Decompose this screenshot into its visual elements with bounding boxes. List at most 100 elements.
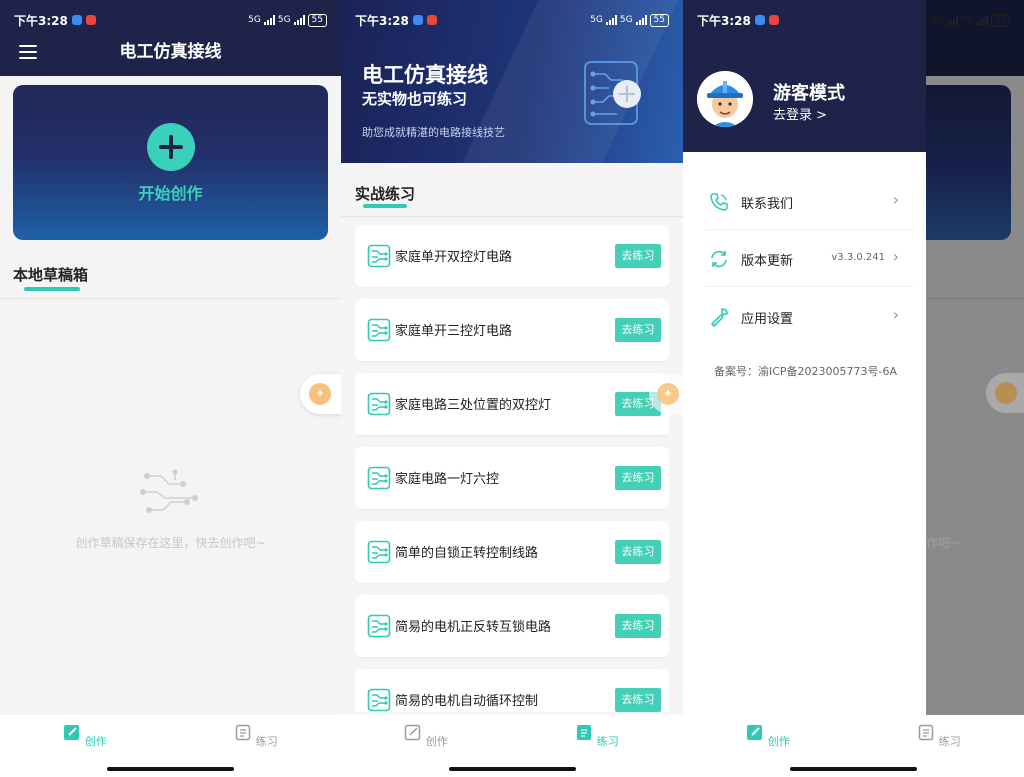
practice-item-label: 简易的电机自动循环控制 [395,694,539,709]
chevron-right-icon: › [892,305,899,324]
signal-icon [605,15,617,25]
clipboard-icon [577,725,592,740]
signal-icon [263,15,275,25]
practice-item[interactable]: 家庭单开三控灯电路 去练习 [355,299,669,361]
practice-item[interactable]: 简易的电机正反转互锁电路 去练习 [355,595,669,657]
home-indicator[interactable] [449,767,576,771]
refresh-icon [711,250,727,268]
side-drawer: 游客模式 去登录 > 下午3:28 5G 5G 55 联系我们 › 版本更新 v… [683,0,1010,777]
drafts-title: 本地草稿箱 [13,266,89,284]
go-practice-button[interactable]: 去练习 [615,318,661,342]
practice-item[interactable]: 简易的电机自动循环控制 去练习 [355,669,669,712]
go-practice-button[interactable]: 去练习 [615,688,661,712]
tab-practice[interactable]: 练习 [567,723,627,749]
practice-item[interactable]: 简单的自锁正转控制线路 去练习 [355,521,669,583]
status-bar: 下午3:28 5G 5G 55 [341,0,683,40]
practice-item[interactable]: 家庭电路三处位置的双控灯 去练习 [355,373,669,435]
edit-icon [747,725,763,740]
go-practice-button[interactable]: 去练习 [615,466,661,490]
status-time: 下午3:28 [14,13,68,28]
circuit-board-icon [367,540,391,564]
home-indicator[interactable] [107,767,234,771]
worker-avatar-icon [697,71,753,127]
battery-icon: 55 [990,13,1010,27]
notification-icon [754,15,765,25]
signal-icon [946,15,958,25]
menu-version-update[interactable]: 版本更新 v3.3.0.241 › [697,231,913,287]
tab-create[interactable]: 创作 [396,723,456,749]
banner-tagline: 助您成就精湛的电路接线技艺 [362,126,505,139]
network-label: 5G [931,15,944,25]
circuit-board-icon [367,244,391,268]
status-right: 5G 5G 55 [590,13,669,27]
notification-icon [412,15,423,25]
menu-label: 应用设置 [741,312,794,327]
practice-item-label: 家庭电路一灯六控 [395,472,500,487]
tab-bar: 创作 练习 [341,715,683,777]
edit-icon [64,725,80,740]
practice-item[interactable]: 家庭电路一灯六控 去练习 [355,447,669,509]
app-badge-icon [426,15,437,25]
go-practice-button[interactable]: 去练习 [615,540,661,564]
network-label-2: 5G [277,15,291,25]
create-screen: 下午3:28 5G 5G 55 电工仿真接线 开始创作 本地草稿箱 创作草稿保存… [0,0,341,777]
login-link[interactable]: 去登录 > [773,104,827,123]
menu-label: 联系我们 [741,197,794,212]
edit-icon [405,724,421,741]
network-label: 5G [248,15,261,25]
assistant-icon: ✦ [309,383,331,405]
practice-item-label: 家庭单开双控灯电路 [395,250,513,265]
plus-icon [147,123,195,171]
section-underline [363,204,407,208]
tab-bar: 创作 练习 [0,715,341,777]
dimmed-empty-text: 作吧~ [926,536,961,550]
divider [0,298,341,299]
practice-item-label: 家庭电路三处位置的双控灯 [395,398,552,413]
status-right: 5G 5G 55 [248,13,327,27]
banner-subtitle: 无实物也可练习 [362,90,468,108]
practice-item-label: 家庭单开三控灯电路 [395,324,513,339]
go-practice-button[interactable]: 去练习 [615,614,661,638]
empty-drafts-text: 创作草稿保存在这里，快去创作吧~ [75,536,266,550]
tab-create-label: 创作 [425,735,448,748]
dimmed-background[interactable]: 作吧~ [926,0,1024,777]
notification-icon [71,15,82,25]
menu-app-settings[interactable]: 应用设置 › [697,289,913,345]
floating-assistant-button[interactable]: ✦ [649,374,683,414]
practice-screen: 电工仿真接线 无实物也可练习 助您成就精湛的电路接线技艺 下午3:28 5G 5… [341,0,683,777]
wrench-icon [711,308,728,327]
guest-mode-title: 游客模式 [773,83,845,104]
floating-assistant-button[interactable]: ✦ [300,374,341,414]
avatar[interactable] [697,71,753,127]
practice-list: 家庭单开双控灯电路 去练习 家庭单开三控灯电路 去练习 家庭电路三处位置的双控灯 去练习家… [355,225,669,712]
menu-contact-us[interactable]: 联系我们 › [697,174,913,230]
tab-create[interactable]: 创作 [738,723,798,749]
tab-create[interactable]: 创作 [55,723,115,749]
drawer-screen: 作吧~ 游客模式 去登录 > 下午3:28 5G 5G 55 联系我们 › 版本… [683,0,1024,777]
start-create-card[interactable]: 开始创作 [13,85,328,240]
tab-bar: 创作 练习 [683,715,1024,777]
practice-item-label: 简易的电机正反转互锁电路 [395,620,552,635]
chevron-right-icon: › [892,247,899,266]
circuit-board-icon [367,392,391,416]
status-time: 下午3:28 [355,13,409,28]
status-bar: 下午3:28 5G 5G 55 [0,0,341,40]
tab-practice-label: 练习 [596,735,619,748]
drafts-underline [24,287,80,291]
circuit-board-icon [367,614,391,638]
assistant-icon: ✦ [657,383,679,405]
circuit-board-icon [367,466,391,490]
tab-create-label: 创作 [84,735,107,748]
network-label-2: 5G [619,15,633,25]
tab-practice-label: 练习 [255,735,278,748]
battery-icon: 55 [649,13,669,27]
go-practice-button[interactable]: 去练习 [615,244,661,268]
tab-create-label: 创作 [767,735,790,748]
circuit-chip-icon [584,61,641,125]
tab-practice[interactable]: 练习 [226,723,286,749]
phone-icon [710,193,728,211]
circuit-board-icon [367,688,391,712]
tab-practice[interactable]: 练习 [909,723,969,749]
practice-item[interactable]: 家庭单开双控灯电路 去练习 [355,225,669,287]
home-indicator[interactable] [790,767,917,771]
